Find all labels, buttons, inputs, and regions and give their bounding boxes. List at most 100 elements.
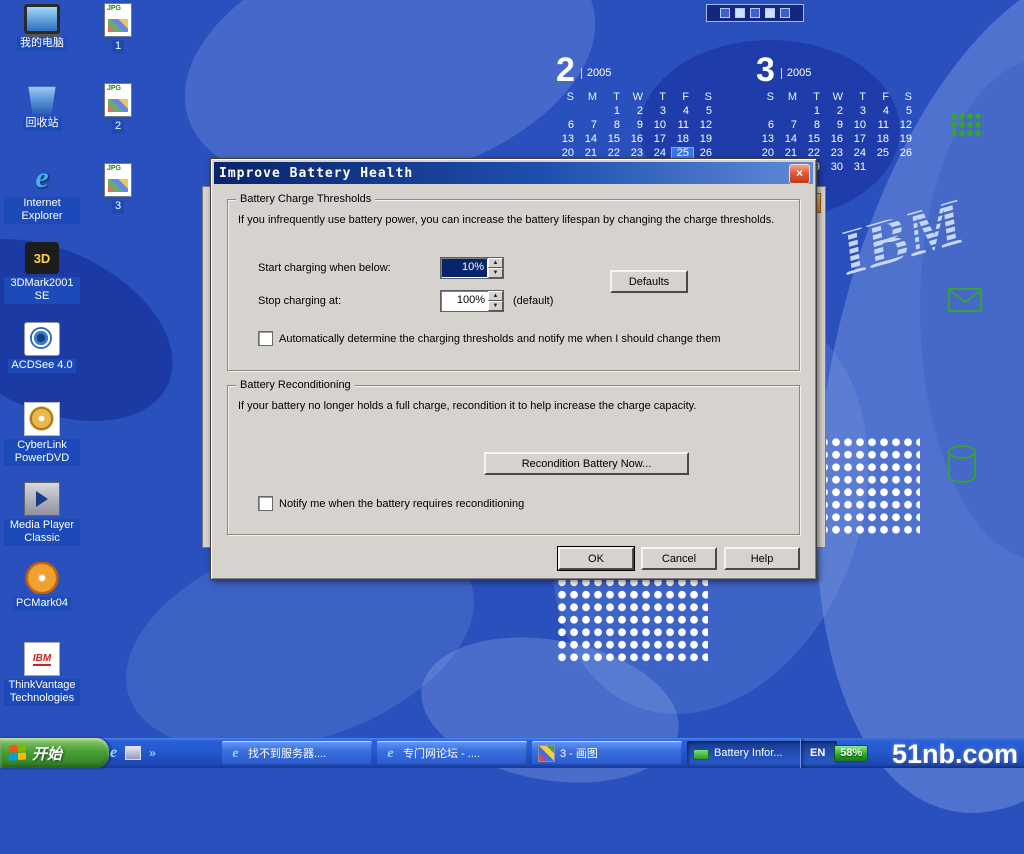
calendar-day: 13 xyxy=(556,133,579,147)
calendar-day-header: T xyxy=(648,91,671,105)
calendar-grid: SMTWTFS123456789101112131415161718192021… xyxy=(556,91,717,161)
start-button[interactable]: 开始 xyxy=(0,738,109,768)
calendar-day: 7 xyxy=(579,119,602,133)
chevron-overflow-icon[interactable]: » xyxy=(149,746,156,760)
3dmark-icon: 3D xyxy=(25,242,59,274)
spin-up-button[interactable]: ▲ xyxy=(488,291,503,301)
calendar-day: 7 xyxy=(779,119,802,133)
calendar-day: 1 xyxy=(602,105,625,119)
jpg-badge: JPG xyxy=(107,85,121,92)
reconditioning-description: If your battery no longer holds a full c… xyxy=(238,400,789,412)
calendar-day-header: M xyxy=(779,91,802,105)
calendar-day: 6 xyxy=(556,119,579,133)
defaults-button[interactable]: Defaults xyxy=(610,270,688,293)
desktop-file-2[interactable]: JPG 2 xyxy=(88,82,148,162)
desktop-icon-label: CyberLink PowerDVD xyxy=(4,439,80,466)
desktop-icon-label: PCMark04 xyxy=(13,597,71,611)
calendar-day: 17 xyxy=(848,133,871,147)
quick-launch-ie-icon[interactable]: e xyxy=(110,744,117,762)
svg-text:IBM: IBM xyxy=(831,185,973,288)
default-suffix-label: (default) xyxy=(513,295,553,307)
taskbar-task-ie-2[interactable]: e 专门网论坛 - .... xyxy=(377,741,527,765)
calendar-day xyxy=(556,105,579,119)
desktop-icon-acdsee[interactable]: ACDSee 4.0 xyxy=(4,322,80,402)
calendar-day-header: F xyxy=(871,91,894,105)
calendar-day xyxy=(779,105,802,119)
calendar-day: 12 xyxy=(894,119,917,133)
show-desktop-icon[interactable] xyxy=(125,746,141,760)
calendar-day: 26 xyxy=(894,147,917,161)
calendar-day-header: S xyxy=(756,91,779,105)
spin-down-button[interactable]: ▼ xyxy=(488,301,503,311)
desktop-icon-pcmark04[interactable]: PCMark04 xyxy=(4,562,80,642)
group-label: Battery Charge Thresholds xyxy=(236,193,375,205)
calendar-day-header: T xyxy=(802,91,825,105)
calendar-day: 8 xyxy=(602,119,625,133)
ok-button[interactable]: OK xyxy=(558,547,634,570)
calendar-day: 19 xyxy=(694,133,717,147)
language-indicator[interactable]: EN xyxy=(810,747,825,759)
spinner-buttons: ▲ ▼ xyxy=(488,291,503,311)
desktop-icon-my-computer[interactable]: 我的电脑 xyxy=(4,2,80,82)
task-label: 专门网论坛 - .... xyxy=(403,745,480,761)
calendar-day: 5 xyxy=(894,105,917,119)
jpg-badge: JPG xyxy=(107,5,121,12)
improve-battery-health-dialog: Improve Battery Health × Battery Charge … xyxy=(210,158,817,580)
recondition-battery-button[interactable]: Recondition Battery Now... xyxy=(484,452,689,475)
task-label: 3 - 画图 xyxy=(560,745,598,761)
desktop-file-3[interactable]: JPG 3 xyxy=(88,162,148,242)
calendar-day: 18 xyxy=(871,133,894,147)
calendar-day: 1 xyxy=(802,105,825,119)
desktop-icon-3dmark2001[interactable]: 3D 3DMark2001 SE xyxy=(4,242,80,322)
start-charging-spinner[interactable]: 10% ▲ ▼ xyxy=(440,257,504,279)
calendar-day-header: M xyxy=(579,91,602,105)
thinkvantage-icon: IBM xyxy=(24,642,60,676)
thinklight-icon xyxy=(720,8,730,18)
spin-down-button[interactable]: ▼ xyxy=(488,268,503,278)
desktop-icon-label: 回收站 xyxy=(23,117,62,131)
desktop-icon-powerdvd[interactable]: CyberLink PowerDVD xyxy=(4,402,80,482)
desktop-icon-recycle-bin[interactable]: 回收站 xyxy=(4,82,80,162)
desktop-file-1[interactable]: JPG 1 xyxy=(88,2,148,82)
checkbox[interactable] xyxy=(258,331,273,346)
watermark: 51nb.com xyxy=(892,739,1018,770)
windows-logo-icon xyxy=(9,744,26,761)
calendar-title: 2 2005 xyxy=(556,54,717,86)
media-player-classic-icon xyxy=(24,482,60,516)
close-button[interactable]: × xyxy=(789,164,810,184)
tray-battery-indicator[interactable]: 58% xyxy=(834,745,868,762)
cancel-button[interactable]: Cancel xyxy=(641,547,717,570)
start-charging-value[interactable]: 10% xyxy=(442,259,487,277)
desktop-icon-label: Internet Explorer xyxy=(4,197,80,224)
recycle-bin-icon xyxy=(25,82,59,114)
calendar-day: 8 xyxy=(802,119,825,133)
notify-reconditioning-checkbox-row[interactable]: Notify me when the battery requires reco… xyxy=(258,496,524,511)
my-computer-icon xyxy=(24,4,60,34)
calendar-day-header: S xyxy=(556,91,579,105)
checkbox[interactable] xyxy=(258,496,273,511)
auto-thresholds-checkbox-row[interactable]: Automatically determine the charging thr… xyxy=(258,331,720,346)
calendar-day: 14 xyxy=(779,133,802,147)
checkbox-label: Automatically determine the charging thr… xyxy=(279,333,720,345)
desktop-icon-internet-explorer[interactable]: e Internet Explorer xyxy=(4,162,80,242)
calendar-day-header: F xyxy=(671,91,694,105)
stop-charging-spinner[interactable]: 100% ▲ ▼ xyxy=(440,290,504,312)
desktop-icon-media-player-classic[interactable]: Media Player Classic xyxy=(4,482,80,562)
taskbar-task-paint[interactable]: 3 - 画图 xyxy=(532,741,682,765)
stop-charging-value[interactable]: 100% xyxy=(441,291,488,311)
wallpaper-envelope-icon xyxy=(948,288,982,312)
stop-charging-label: Stop charging at: xyxy=(258,295,341,307)
calendar-day: 10 xyxy=(848,119,871,133)
taskbar-task-ie-1[interactable]: e 找不到服务器.... xyxy=(222,741,372,765)
calendar-year: 2005 xyxy=(581,68,611,79)
desktop-icon-thinkvantage[interactable]: IBM ThinkVantage Technologies xyxy=(4,642,80,722)
calendar-day xyxy=(579,105,602,119)
calendar-day-header: T xyxy=(602,91,625,105)
calendar-day: 4 xyxy=(871,105,894,119)
calendar-day: 31 xyxy=(848,161,871,175)
spin-up-button[interactable]: ▲ xyxy=(488,258,503,268)
calendar-day: 3 xyxy=(648,105,671,119)
help-button[interactable]: Help xyxy=(724,547,800,570)
wallpaper-keyboard-grid-icon xyxy=(950,112,984,138)
dialog-titlebar[interactable]: Improve Battery Health × xyxy=(214,162,813,184)
